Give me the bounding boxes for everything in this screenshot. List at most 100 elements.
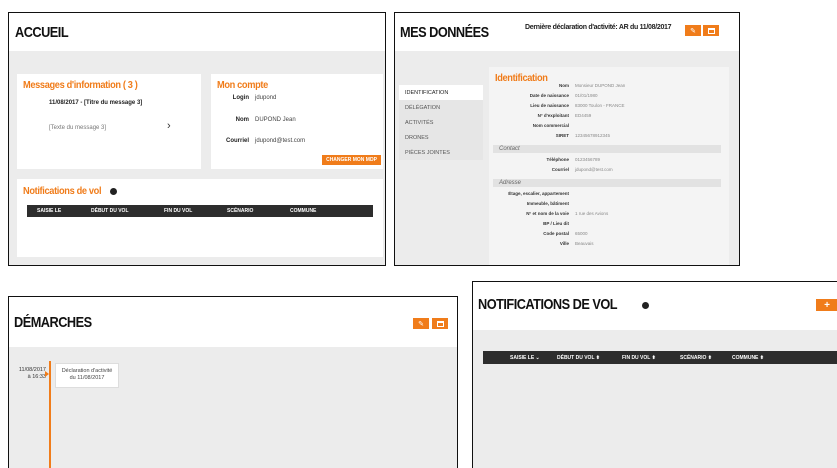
field-label: BP / Lieu dit	[543, 221, 569, 226]
column-header-fin[interactable]: FIN DU VOL ⬍	[622, 355, 656, 361]
login-row: Login jdupond	[213, 95, 277, 101]
name-value: DUPOND Jean	[255, 117, 296, 123]
field-label: Étage, escalier, appartement	[508, 191, 569, 196]
field-label: N° d'exploitant	[537, 113, 569, 118]
field-row: Nom Monsieur DUPOND Jean	[499, 83, 719, 88]
email-label: Courriel	[225, 138, 249, 144]
timeline-marker-icon	[45, 371, 49, 377]
data-sidebar: IDENTIFICATION DÉLÉGATION ACTIVITÉS DRON…	[399, 85, 483, 160]
field-value: Beauvais	[575, 241, 594, 246]
info-icon[interactable]	[642, 302, 649, 309]
field-label: Nom	[559, 83, 569, 88]
pencil-icon: ✎	[418, 320, 424, 328]
page-title: MES DONNÉES	[400, 24, 489, 41]
field-row: Code postal 65000	[499, 231, 719, 236]
procedures-panel: DÉMARCHES ✎ 11/08/2017 à 16:33 Déclarati…	[8, 296, 458, 468]
calendar-button[interactable]	[432, 318, 448, 329]
sidebar-item-delegation[interactable]: DÉLÉGATION	[399, 100, 483, 115]
field-label: N° et nom de la voie	[526, 211, 569, 216]
flight-notifications-card: Notifications de vol SAISIE LE DÉBUT DU …	[17, 179, 383, 257]
login-label: Login	[232, 95, 249, 101]
calendar-icon	[707, 27, 715, 34]
field-row: Étage, escalier, appartement	[499, 191, 719, 196]
field-row: Téléphone 0123456789	[499, 157, 719, 162]
notifications-heading: Notifications de vol	[23, 185, 117, 197]
add-button[interactable]: +	[816, 299, 837, 311]
field-row: Ville Beauvais	[499, 241, 719, 246]
notifications-table-header: SAISIE LE DÉBUT DU VOL FIN DU VOL SCÉNAR…	[27, 205, 373, 217]
column-header-scenario[interactable]: SCÉNARIO ⬍	[680, 355, 712, 361]
calendar-icon	[436, 320, 444, 327]
chevron-right-icon[interactable]: ›	[167, 120, 171, 132]
column-header-saisie[interactable]: SAISIE LE ⌄	[510, 355, 540, 361]
timeline-date: 11/08/2017 à 16:33	[10, 367, 46, 381]
notifications-title: Notifications de vol	[23, 185, 102, 197]
field-value: 01/01/1980	[575, 93, 598, 98]
timeline-event-card[interactable]: Déclaration d'activité du 11/08/2017	[55, 363, 119, 388]
flight-notifications-panel: NOTIFICATIONS DE VOL + SAISIE LE ⌄ DÉBUT…	[472, 281, 837, 468]
column-header[interactable]: FIN DU VOL	[164, 208, 192, 214]
accueil-panel: ACCUEIL Messages d'information ( 3 ) 11/…	[8, 12, 386, 266]
message-heading: 11/08/2017 - [Titre du message 3]	[49, 100, 143, 106]
field-value: 1 rue des Avions	[575, 211, 609, 216]
messages-title: Messages d'information ( 3 )	[23, 79, 138, 91]
sidebar-item-identification[interactable]: IDENTIFICATION	[399, 85, 483, 100]
flight-notifications-table-header: SAISIE LE ⌄ DÉBUT DU VOL ⬍ FIN DU VOL ⬍ …	[483, 351, 837, 364]
field-label: Date de naissance	[529, 93, 569, 98]
field-value: ED4459	[575, 113, 592, 118]
field-row: Immeuble, bâtiment	[499, 201, 719, 206]
field-row: Nom commercial	[499, 123, 719, 128]
field-row: Courriel jdupond@test.com	[499, 167, 719, 172]
flight-notifications-header: NOTIFICATIONS DE VOL +	[473, 282, 837, 330]
edit-button[interactable]: ✎	[413, 318, 429, 329]
sidebar-item-drones[interactable]: DRONES	[399, 130, 483, 145]
field-row: BP / Lieu dit	[499, 221, 719, 226]
column-header[interactable]: COMMUNE	[290, 208, 316, 214]
last-declaration-text: Dernière déclaration d'activité: AR du 1…	[525, 24, 672, 31]
contact-section-title: Contact	[493, 145, 721, 153]
field-row: Date de naissance 01/01/1980	[499, 93, 719, 98]
my-data-panel: MES DONNÉES Dernière déclaration d'activ…	[394, 12, 740, 266]
field-label: Téléphone	[546, 157, 569, 162]
calendar-button[interactable]	[703, 25, 719, 36]
field-label: Immeuble, bâtiment	[526, 201, 569, 206]
field-value: 0123456789	[575, 157, 601, 162]
column-header-debut[interactable]: DÉBUT DU VOL ⬍	[557, 355, 600, 361]
field-value: Monsieur DUPOND Jean	[575, 83, 626, 88]
message-text: [Texte du message 3]	[49, 125, 107, 131]
page-title: DÉMARCHES	[14, 314, 92, 331]
field-row: N° et nom de la voie 1 rue des Avions	[499, 211, 719, 216]
field-row: SIRET 12345678912345	[499, 133, 719, 138]
field-label: Nom commercial	[532, 123, 569, 128]
change-password-button[interactable]: CHANGER MON MDP	[322, 155, 381, 165]
field-value: 12345678912345	[575, 133, 611, 138]
column-header[interactable]: SAISIE LE	[37, 208, 61, 214]
procedures-header: DÉMARCHES ✎	[9, 297, 457, 347]
email-row: Courriel jdupond@test.com	[213, 138, 305, 144]
field-value: jdupond@test.com	[575, 167, 613, 172]
page-title: NOTIFICATIONS DE VOL	[478, 296, 618, 313]
sidebar-item-activites[interactable]: ACTIVITÉS	[399, 115, 483, 130]
column-header[interactable]: SCÉNARIO	[227, 208, 253, 214]
field-label: Lieu de naissance	[530, 103, 569, 108]
edit-button[interactable]: ✎	[685, 25, 701, 36]
messages-card: Messages d'information ( 3 ) 11/08/2017 …	[17, 74, 201, 169]
account-title: Mon compte	[217, 79, 268, 91]
info-icon[interactable]	[109, 187, 117, 195]
field-value: 83000 Toulon - FRANCE	[575, 103, 625, 108]
address-section-title: Adresse	[493, 179, 721, 187]
timeline-time-value: à 16:33	[27, 374, 46, 380]
field-label: Ville	[559, 241, 569, 246]
accueil-header: ACCUEIL	[9, 13, 385, 51]
my-data-header: MES DONNÉES Dernière déclaration d'activ…	[395, 13, 739, 51]
name-label: Nom	[235, 117, 249, 123]
timeline-line	[49, 361, 51, 468]
field-label: Courriel	[551, 167, 569, 172]
identification-form: Identification Nom Monsieur DUPOND Jean D…	[489, 67, 729, 265]
sidebar-item-pieces-jointes[interactable]: PIÈCES JOINTES	[399, 145, 483, 160]
field-label: Code postal	[543, 231, 569, 236]
pencil-icon: ✎	[690, 27, 696, 35]
login-value: jdupond	[255, 95, 277, 101]
column-header-commune[interactable]: COMMUNE ⬍	[732, 355, 764, 361]
column-header[interactable]: DÉBUT DU VOL	[91, 208, 129, 214]
